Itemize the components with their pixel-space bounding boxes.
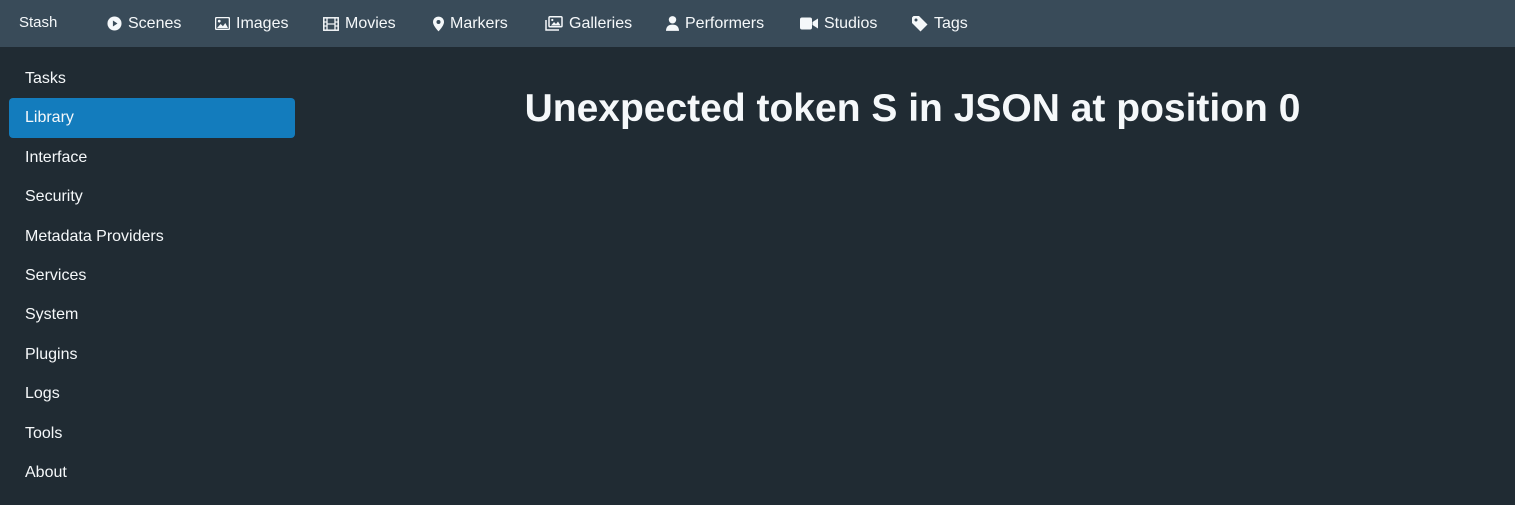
settings-sidebar: Tasks Library Interface Security Metadat… — [9, 59, 295, 492]
nav-markers-label: Markers — [450, 14, 508, 32]
sidebar-item-metadata-providers[interactable]: Metadata Providers — [9, 217, 295, 256]
nav-performers-label: Performers — [685, 14, 765, 32]
brand-link[interactable]: Stash — [19, 0, 57, 47]
nav-movies-label: Movies — [345, 14, 396, 32]
sidebar-item-system[interactable]: System — [9, 295, 295, 334]
sidebar-item-tools[interactable]: Tools — [9, 414, 295, 453]
nav-galleries[interactable]: Galleries — [544, 0, 632, 47]
images-icon — [544, 16, 563, 32]
nav-studios-label: Studios — [824, 14, 878, 32]
error-message: Unexpected token S in JSON at position 0 — [524, 87, 1301, 131]
sidebar-item-plugins[interactable]: Plugins — [9, 335, 295, 374]
nav-scenes-label: Scenes — [128, 14, 182, 32]
sidebar-item-logs[interactable]: Logs — [9, 374, 295, 413]
sidebar-item-library[interactable]: Library — [9, 98, 295, 138]
nav-images-label: Images — [236, 14, 289, 32]
sidebar-item-security[interactable]: Security — [9, 177, 295, 216]
image-icon — [214, 16, 230, 32]
sidebar-item-about[interactable]: About — [9, 453, 295, 492]
sidebar-item-services[interactable]: Services — [9, 256, 295, 295]
nav-tags[interactable]: Tags — [912, 0, 968, 47]
nav-galleries-label: Galleries — [569, 14, 633, 32]
tag-icon — [912, 15, 928, 32]
film-icon — [323, 16, 339, 32]
nav-tags-label: Tags — [934, 14, 968, 32]
nav-movies[interactable]: Movies — [323, 0, 396, 47]
play-circle-icon — [106, 16, 122, 32]
nav-markers[interactable]: Markers — [432, 0, 508, 47]
nav-studios[interactable]: Studios — [799, 0, 877, 47]
top-navbar: Stash Scenes Images Movies Markers Galle… — [0, 0, 1515, 47]
user-icon — [665, 16, 679, 32]
nav-scenes[interactable]: Scenes — [106, 0, 181, 47]
nav-images[interactable]: Images — [214, 0, 288, 47]
map-marker-icon — [432, 16, 444, 32]
sidebar-item-tasks[interactable]: Tasks — [9, 59, 295, 98]
sidebar-item-interface[interactable]: Interface — [9, 138, 295, 177]
nav-performers[interactable]: Performers — [665, 0, 764, 47]
video-camera-icon — [799, 16, 818, 32]
